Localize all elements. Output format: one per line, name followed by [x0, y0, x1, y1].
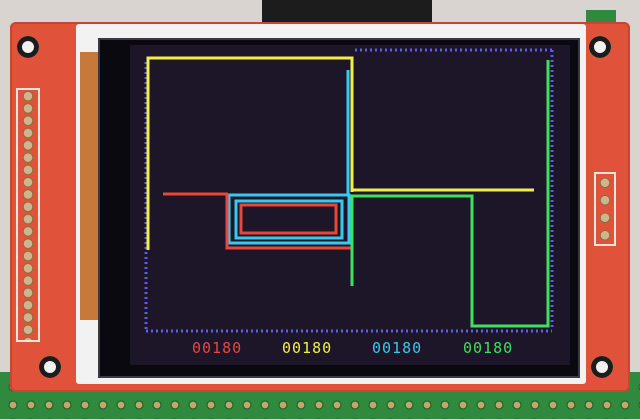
green-lines: [350, 60, 550, 328]
cyan-lines: [227, 70, 351, 245]
counter-red: 00180: [192, 339, 243, 357]
counter-cyan: 00180: [372, 339, 423, 357]
counter-yellow: 00180: [282, 339, 333, 357]
counter-green: 00180: [463, 339, 514, 357]
